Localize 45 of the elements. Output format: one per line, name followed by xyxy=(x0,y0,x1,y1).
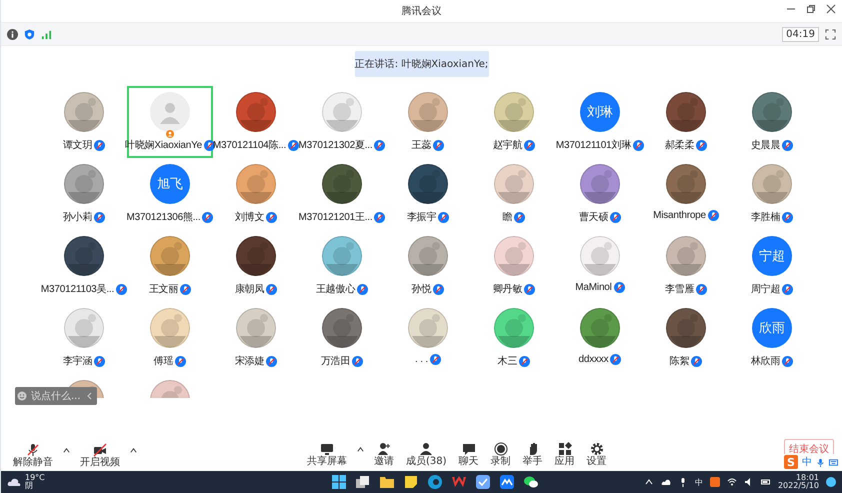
participant-name: M370121103吴... xyxy=(41,283,114,296)
participant-name: . . . xyxy=(415,354,428,365)
participant-name: 孙小莉 xyxy=(62,210,92,224)
weather-temperature: 19°C xyxy=(25,474,45,482)
participant-name: 郝柔柔 xyxy=(664,138,694,152)
participant-name: 王文丽 xyxy=(148,282,178,296)
participant-name: 曹天硕 xyxy=(578,210,608,224)
participant-name: 孙悦 xyxy=(412,282,432,296)
avatar: 旭飞 xyxy=(150,164,190,204)
participant-name: 周宁超 xyxy=(750,282,780,296)
participant-name: 宋添婕 xyxy=(234,354,264,368)
speaking-banner: 正在讲话: 叶晓娴XiaoxianYe; xyxy=(354,51,488,77)
participant-name: M370121201王... xyxy=(298,211,372,224)
participant-name: Misanthrope xyxy=(653,210,706,221)
participant-name: 陈絮 xyxy=(670,355,690,368)
participant-name: 史晨晨 xyxy=(750,138,780,152)
meeting-timer: 04:19 xyxy=(782,26,819,42)
clock-time: 18:01 xyxy=(796,474,819,482)
participant-name: ddxxxx xyxy=(578,354,608,365)
participant-name: M370121302夏... xyxy=(298,139,372,152)
avatar: 宁超 xyxy=(752,236,792,276)
participant-name: 傅瑶 xyxy=(154,354,174,368)
clock-date: 2022/5/10 xyxy=(778,482,819,490)
participant-name: MaMinol xyxy=(575,282,612,293)
participant-name: 王蕊 xyxy=(412,138,432,152)
participant-name: 王越傲心 xyxy=(316,282,356,296)
participant-name: 李胜楠 xyxy=(750,210,780,224)
participant-name: M370121306熊... xyxy=(126,211,200,224)
participant-name: M370121101刘琳 xyxy=(556,138,632,152)
avatar: 刘琳 xyxy=(580,92,620,132)
participant-name: 赵宇航 xyxy=(492,138,522,152)
window-title: 腾讯会议 xyxy=(402,4,442,18)
participant-name: 林欣雨 xyxy=(750,354,780,368)
weather-condition: 阴 xyxy=(25,482,34,490)
avatar: 欣雨 xyxy=(752,308,792,348)
participant-name: 瞻 xyxy=(502,211,512,224)
participant-name: 康朝凤 xyxy=(234,282,264,296)
participant-name: 刘博文 xyxy=(234,210,264,224)
participant-name: 万浩田 xyxy=(320,354,350,368)
participant-name: 李雪雁 xyxy=(664,282,694,296)
participant-name: 卿丹敏 xyxy=(492,283,522,296)
participant-name: 李振宇 xyxy=(406,210,436,224)
participant-name: 谭文玥 xyxy=(62,138,92,152)
participant-name: 李宇涵 xyxy=(62,354,92,368)
participant-name: 木三 xyxy=(498,354,518,368)
